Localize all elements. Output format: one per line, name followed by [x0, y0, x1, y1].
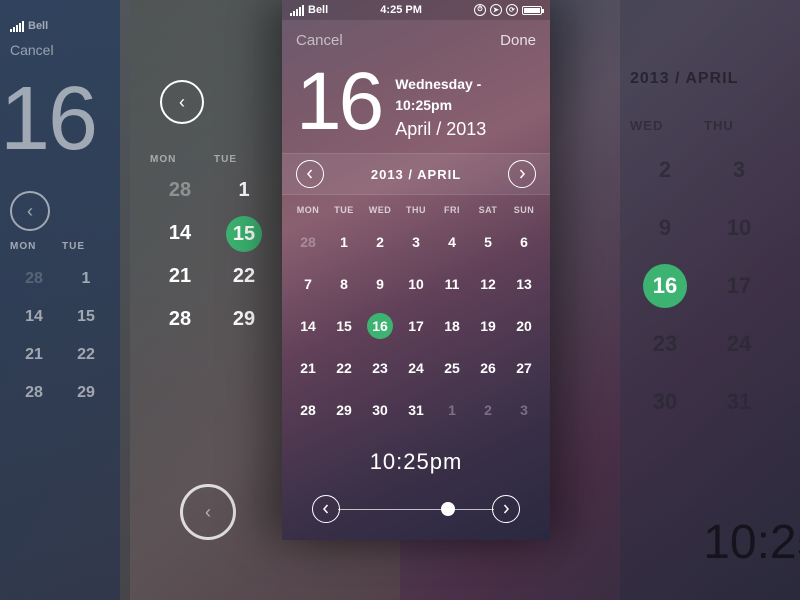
calendar-day[interactable]: 29	[326, 389, 362, 431]
time-stepper	[282, 495, 550, 523]
month-year-label: April / 2013	[395, 116, 536, 143]
calendar-day[interactable]: 20	[506, 305, 542, 347]
calendar-grid: 2812345678910111213141516171819202122232…	[282, 221, 550, 431]
calendar-day[interactable]: 18	[434, 305, 470, 347]
calendar-day[interactable]: 7	[290, 263, 326, 305]
calendar-day[interactable]: 17	[398, 305, 434, 347]
calendar-day[interactable]: 8	[326, 263, 362, 305]
calendar-day[interactable]: 28	[290, 221, 326, 263]
calendar-day[interactable]: 10	[398, 263, 434, 305]
prev-month-button[interactable]	[296, 160, 324, 188]
time-display: 10:25pm	[282, 449, 550, 475]
weekday-header: WED	[362, 205, 398, 215]
done-button[interactable]: Done	[500, 32, 536, 49]
calendar-day[interactable]: 3	[506, 389, 542, 431]
calendar-day[interactable]: 19	[470, 305, 506, 347]
bg-cancel: Cancel	[10, 42, 120, 58]
weekday-header: FRI	[434, 205, 470, 215]
calendar-day[interactable]: 22	[326, 347, 362, 389]
bg-big-number: 16	[0, 68, 120, 171]
calendar-day[interactable]: 25	[434, 347, 470, 389]
lock-icon: ⟳	[506, 4, 518, 16]
calendar-day[interactable]: 5	[470, 221, 506, 263]
battery-icon	[522, 6, 542, 15]
background-screen-right: 2013 / APRIL WEDTHU 23 910 1617 2324 303…	[620, 0, 800, 600]
background-screen-left-1: Bell Cancel 16 ‹ MONTUE 281 1415 2122 28…	[0, 0, 130, 600]
carrier-label: Bell	[308, 4, 328, 16]
month-nav-label: 2013 / APRIL	[371, 167, 461, 182]
calendar-day[interactable]: 2	[470, 389, 506, 431]
nav-bar: Cancel Done	[282, 20, 550, 60]
bgr-day-headers: WEDTHU	[630, 118, 800, 133]
bg-right-time: 10:25pm	[703, 515, 800, 570]
calendar-day[interactable]: 1	[434, 389, 470, 431]
bg-back-icon: ‹	[160, 80, 204, 124]
signal-icon	[290, 5, 304, 16]
calendar-day[interactable]: 9	[362, 263, 398, 305]
phone-screen: Bell 4:25 PM ⏱ ➤ ⟳ Cancel Done 16 Wednes…	[282, 0, 550, 540]
calendar-day[interactable]: 21	[290, 347, 326, 389]
calendar-day[interactable]: 15	[326, 305, 362, 347]
calendar-day[interactable]: 4	[434, 221, 470, 263]
calendar-day[interactable]: 13	[506, 263, 542, 305]
calendar-day[interactable]: 23	[362, 347, 398, 389]
calendar-day[interactable]: 16	[362, 305, 398, 347]
next-month-button[interactable]	[508, 160, 536, 188]
calendar-day[interactable]: 24	[398, 347, 434, 389]
chevron-left-icon	[305, 169, 315, 179]
stepper-prev-button[interactable]	[312, 495, 340, 523]
status-bar: Bell 4:25 PM ⏱ ➤ ⟳	[282, 0, 550, 20]
location-icon: ➤	[490, 4, 502, 16]
stepper-handle[interactable]	[441, 502, 455, 516]
bg-day-headers: MONTUE	[10, 241, 110, 252]
calendar-day[interactable]: 12	[470, 263, 506, 305]
weekday-header: TUE	[326, 205, 362, 215]
chevron-right-icon	[501, 504, 511, 514]
bg-stepper-prev-icon: ‹	[180, 484, 236, 540]
month-navigator: 2013 / APRIL	[282, 153, 550, 195]
calendar-day[interactable]: 14	[290, 305, 326, 347]
weekday-header: SUN	[506, 205, 542, 215]
weekday-header: MON	[290, 205, 326, 215]
stepper-track	[338, 509, 494, 510]
calendar-day[interactable]: 1	[326, 221, 362, 263]
calendar-day[interactable]: 27	[506, 347, 542, 389]
bg-cal-grid: 281 1415 2122 2829	[10, 262, 110, 410]
weekday-headers: MONTUEWEDTHUFRISATSUN	[282, 195, 550, 221]
cancel-button[interactable]: Cancel	[296, 32, 343, 49]
statusbar-time: 4:25 PM	[380, 4, 422, 16]
bg-right-month: 2013 / APRIL	[630, 70, 800, 88]
weekday-header: THU	[398, 205, 434, 215]
calendar-day[interactable]: 31	[398, 389, 434, 431]
alarm-icon: ⏱	[474, 4, 486, 16]
selected-day-number: 16	[296, 61, 381, 143]
chevron-left-icon	[321, 504, 331, 514]
calendar-day[interactable]: 3	[398, 221, 434, 263]
calendar-day[interactable]: 26	[470, 347, 506, 389]
weekday-header: SAT	[470, 205, 506, 215]
calendar-day[interactable]: 28	[290, 389, 326, 431]
calendar-day[interactable]: 2	[362, 221, 398, 263]
bg-prev-icon: ‹	[10, 191, 50, 231]
date-header: 16 Wednesday - 10:25pm April / 2013	[282, 60, 550, 153]
weekday-time-label: Wednesday - 10:25pm	[395, 74, 536, 116]
stepper-next-button[interactable]	[492, 495, 520, 523]
calendar-day[interactable]: 30	[362, 389, 398, 431]
bg-carrier: Bell	[28, 20, 48, 32]
bgr-cal-grid: 23 910 1617 2324 3031	[630, 143, 800, 429]
chevron-right-icon	[517, 169, 527, 179]
calendar-day[interactable]: 11	[434, 263, 470, 305]
calendar-day[interactable]: 6	[506, 221, 542, 263]
